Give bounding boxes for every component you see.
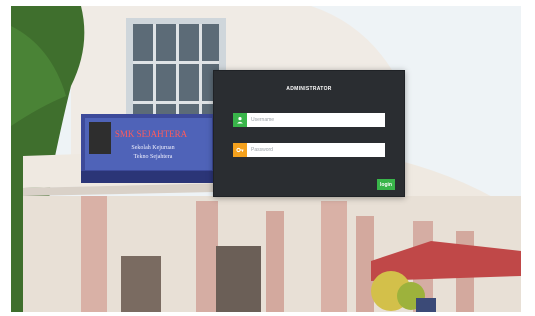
sign-subtitle-2: Tekno Sejahtera xyxy=(134,154,173,160)
key-icon xyxy=(233,143,247,157)
login-panel: ADMINISTRATOR login xyxy=(213,70,405,197)
user-glyph xyxy=(237,117,243,124)
username-input[interactable] xyxy=(247,113,383,127)
password-field[interactable] xyxy=(233,143,385,157)
key-glyph xyxy=(236,147,244,153)
panel-title: ADMINISTRATOR xyxy=(286,86,332,92)
sign-title: SMK SEJAHTERA xyxy=(115,129,188,139)
login-button[interactable]: login xyxy=(377,179,395,190)
screenshot-frame: SMK SEJAHTERA Sekolah Kejuruan Tekno Sej… xyxy=(0,0,535,316)
sign-subtitle-1: Sekolah Kejuruan xyxy=(131,145,174,151)
password-input[interactable] xyxy=(247,143,383,157)
user-icon xyxy=(233,113,247,127)
username-field[interactable] xyxy=(233,113,385,127)
